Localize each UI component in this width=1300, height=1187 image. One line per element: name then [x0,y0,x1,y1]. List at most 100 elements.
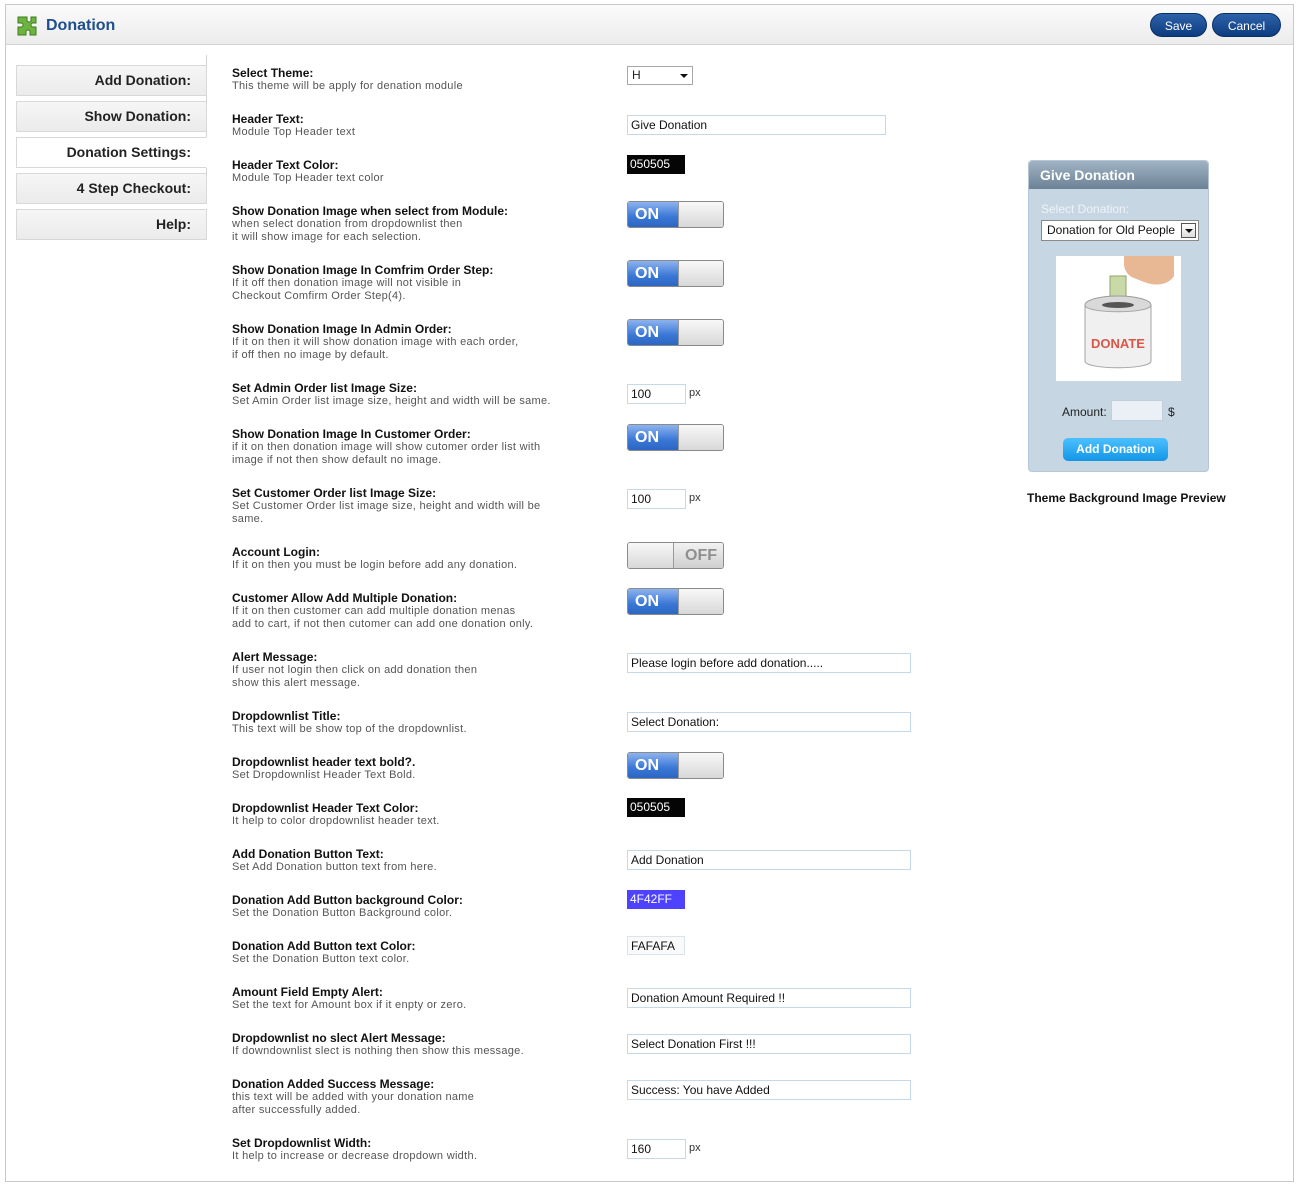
setting-label: Select Theme: [232,66,314,80]
setting-description: Checkout Comfirm Order Step(4). [232,290,406,302]
setting-description: this text will be added with your donati… [232,1091,475,1103]
setting-description: If user not login then click on add dona… [232,664,478,676]
setting-row: Header Text: Module Top Header text [232,112,592,139]
theme-select[interactable]: H [627,66,693,85]
setting-label: Header Text Color: [232,158,339,172]
theme-preview: Give Donation Select Donation: Donation … [1028,160,1209,472]
setting-description: show this alert message. [232,677,361,689]
setting-size-input[interactable]: 100 [627,489,686,509]
setting-row: Donation Add Button text Color: Set the D… [232,939,592,966]
setting-toggle[interactable]: ON [627,424,724,451]
preview-donation-select[interactable]: Donation for Old People [1041,220,1199,241]
color-picker-input[interactable]: 050505 [627,155,685,174]
setting-toggle[interactable]: OFF [627,542,724,569]
setting-description: Module Top Header text [232,126,356,138]
setting-label: Dropdownlist Header Text Color: [232,801,419,815]
setting-row: Show Donation Image In Comfrim Order Ste… [232,263,592,303]
setting-description: if it on then donation image will show c… [232,441,541,453]
unit-label: px [689,492,701,504]
setting-label: Amount Field Empty Alert: [232,985,383,999]
setting-label: Show Donation Image In Comfrim Order Ste… [232,263,494,277]
save-button[interactable]: Save [1150,13,1207,37]
setting-description: after successfully added. [232,1104,361,1116]
setting-row: Donation Added Success Message: this text… [232,1077,592,1117]
preview-select-value: Donation for Old People [1047,223,1176,237]
setting-row: Amount Field Empty Alert: Set the text fo… [232,985,592,1012]
toggle-state-label: ON [628,320,678,345]
setting-description: same. [232,513,264,525]
setting-description: image if not then show default no image. [232,454,442,466]
sidebar-item-help[interactable]: Help: [16,209,207,240]
sidebar-item-donation-settings[interactable]: Donation Settings: [16,137,207,168]
toggle-state-label: OFF [674,543,723,568]
setting-row: Set Dropdownlist Width: It help to increa… [232,1136,592,1163]
setting-row: Show Donation Image In Admin Order: If it… [232,322,592,362]
setting-text-input[interactable]: Please login before add donation..... [627,653,911,673]
donation-panel: Donation Save Cancel Add Donation: Show … [5,4,1294,1182]
setting-label: Donation Add Button text Color: [232,939,416,953]
cancel-button[interactable]: Cancel [1212,13,1281,37]
toggle-knob [678,320,723,345]
setting-size-input[interactable]: 100 [627,384,686,404]
sidebar-item-add-donation[interactable]: Add Donation: [16,65,207,96]
setting-label: Show Donation Image In Customer Order: [232,427,471,441]
toggle-knob [678,425,723,450]
setting-text-input[interactable]: Add Donation [627,850,911,870]
setting-text-input[interactable]: Give Donation [627,115,886,135]
setting-text-input[interactable]: Select Donation First !!! [627,1034,911,1054]
preview-currency: $ [1168,405,1175,419]
preview-amount-input[interactable] [1111,400,1163,421]
setting-description: Set Dropdownlist Header Text Bold. [232,769,416,781]
setting-toggle[interactable]: ON [627,319,724,346]
setting-text-input[interactable]: Success: You have Added [627,1080,911,1100]
setting-description: if off then no image by default. [232,349,389,361]
page-title: Donation [46,17,116,34]
setting-description: Set the text for Amount box if it enpty … [232,999,467,1011]
setting-row: Set Admin Order list Image Size: Set Amin… [232,381,592,408]
preview-header: Give Donation [1029,161,1208,189]
setting-toggle[interactable]: ON [627,752,724,779]
setting-label: Show Donation Image when select from Mod… [232,204,509,218]
setting-toggle[interactable]: ON [627,201,724,228]
setting-size-input[interactable]: 160 [627,1139,686,1159]
setting-label: Set Customer Order list Image Size: [232,486,437,500]
setting-description: Set Add Donation button text from here. [232,861,437,873]
toggle-state-label: ON [628,202,678,227]
toggle-knob [678,753,723,778]
setting-description: Module Top Header text color [232,172,384,184]
chevron-down-icon [680,74,688,78]
setting-description: If downdownlist slect is nothing then sh… [232,1045,524,1057]
sidebar-item-show-donation[interactable]: Show Donation: [16,101,207,132]
sidebar-item-4-step-checkout[interactable]: 4 Step Checkout: [16,173,207,204]
setting-description: Set Customer Order list image size, heig… [232,500,541,512]
setting-description: This text will be show top of the dropdo… [232,723,467,735]
color-picker-input[interactable]: FAFAFA [627,936,685,955]
setting-description: If it on then customer can add multiple … [232,605,516,617]
setting-toggle[interactable]: ON [627,260,724,287]
setting-label: Alert Message: [232,650,318,664]
setting-row: Select Theme: This theme will be apply fo… [232,66,592,93]
setting-toggle[interactable]: ON [627,588,724,615]
toggle-state-label: ON [628,425,678,450]
color-picker-input[interactable]: 050505 [627,798,685,817]
preview-select-label: Select Donation: [1041,202,1130,216]
setting-description: it will show image for each selection. [232,231,422,243]
color-picker-input[interactable]: 4F42FF [627,890,685,909]
preview-caption: Theme Background Image Preview [1027,491,1226,505]
setting-description: If it on then you must be login before a… [232,559,518,571]
setting-text-input[interactable]: Select Donation: [627,712,911,732]
setting-label: Account Login: [232,545,320,559]
toggle-state-label: ON [628,753,678,778]
setting-label: Add Donation Button Text: [232,847,384,861]
setting-row: Show Donation Image In Customer Order: if… [232,427,592,467]
setting-row: Donation Add Button background Color: Set… [232,893,592,920]
preview-add-donation-button[interactable]: Add Donation [1063,438,1168,461]
setting-description: It help to color dropdownlist header tex… [232,815,440,827]
setting-description: when select donation from dropdownlist t… [232,218,463,230]
setting-label: Donation Added Success Message: [232,1077,435,1091]
setting-row: Add Donation Button Text: Set Add Donatio… [232,847,592,874]
setting-row: Alert Message: If user not login then cli… [232,650,592,690]
setting-text-input[interactable]: Donation Amount Required !! [627,988,911,1008]
theme-select-value: H [632,68,641,82]
toggle-knob [678,261,723,286]
